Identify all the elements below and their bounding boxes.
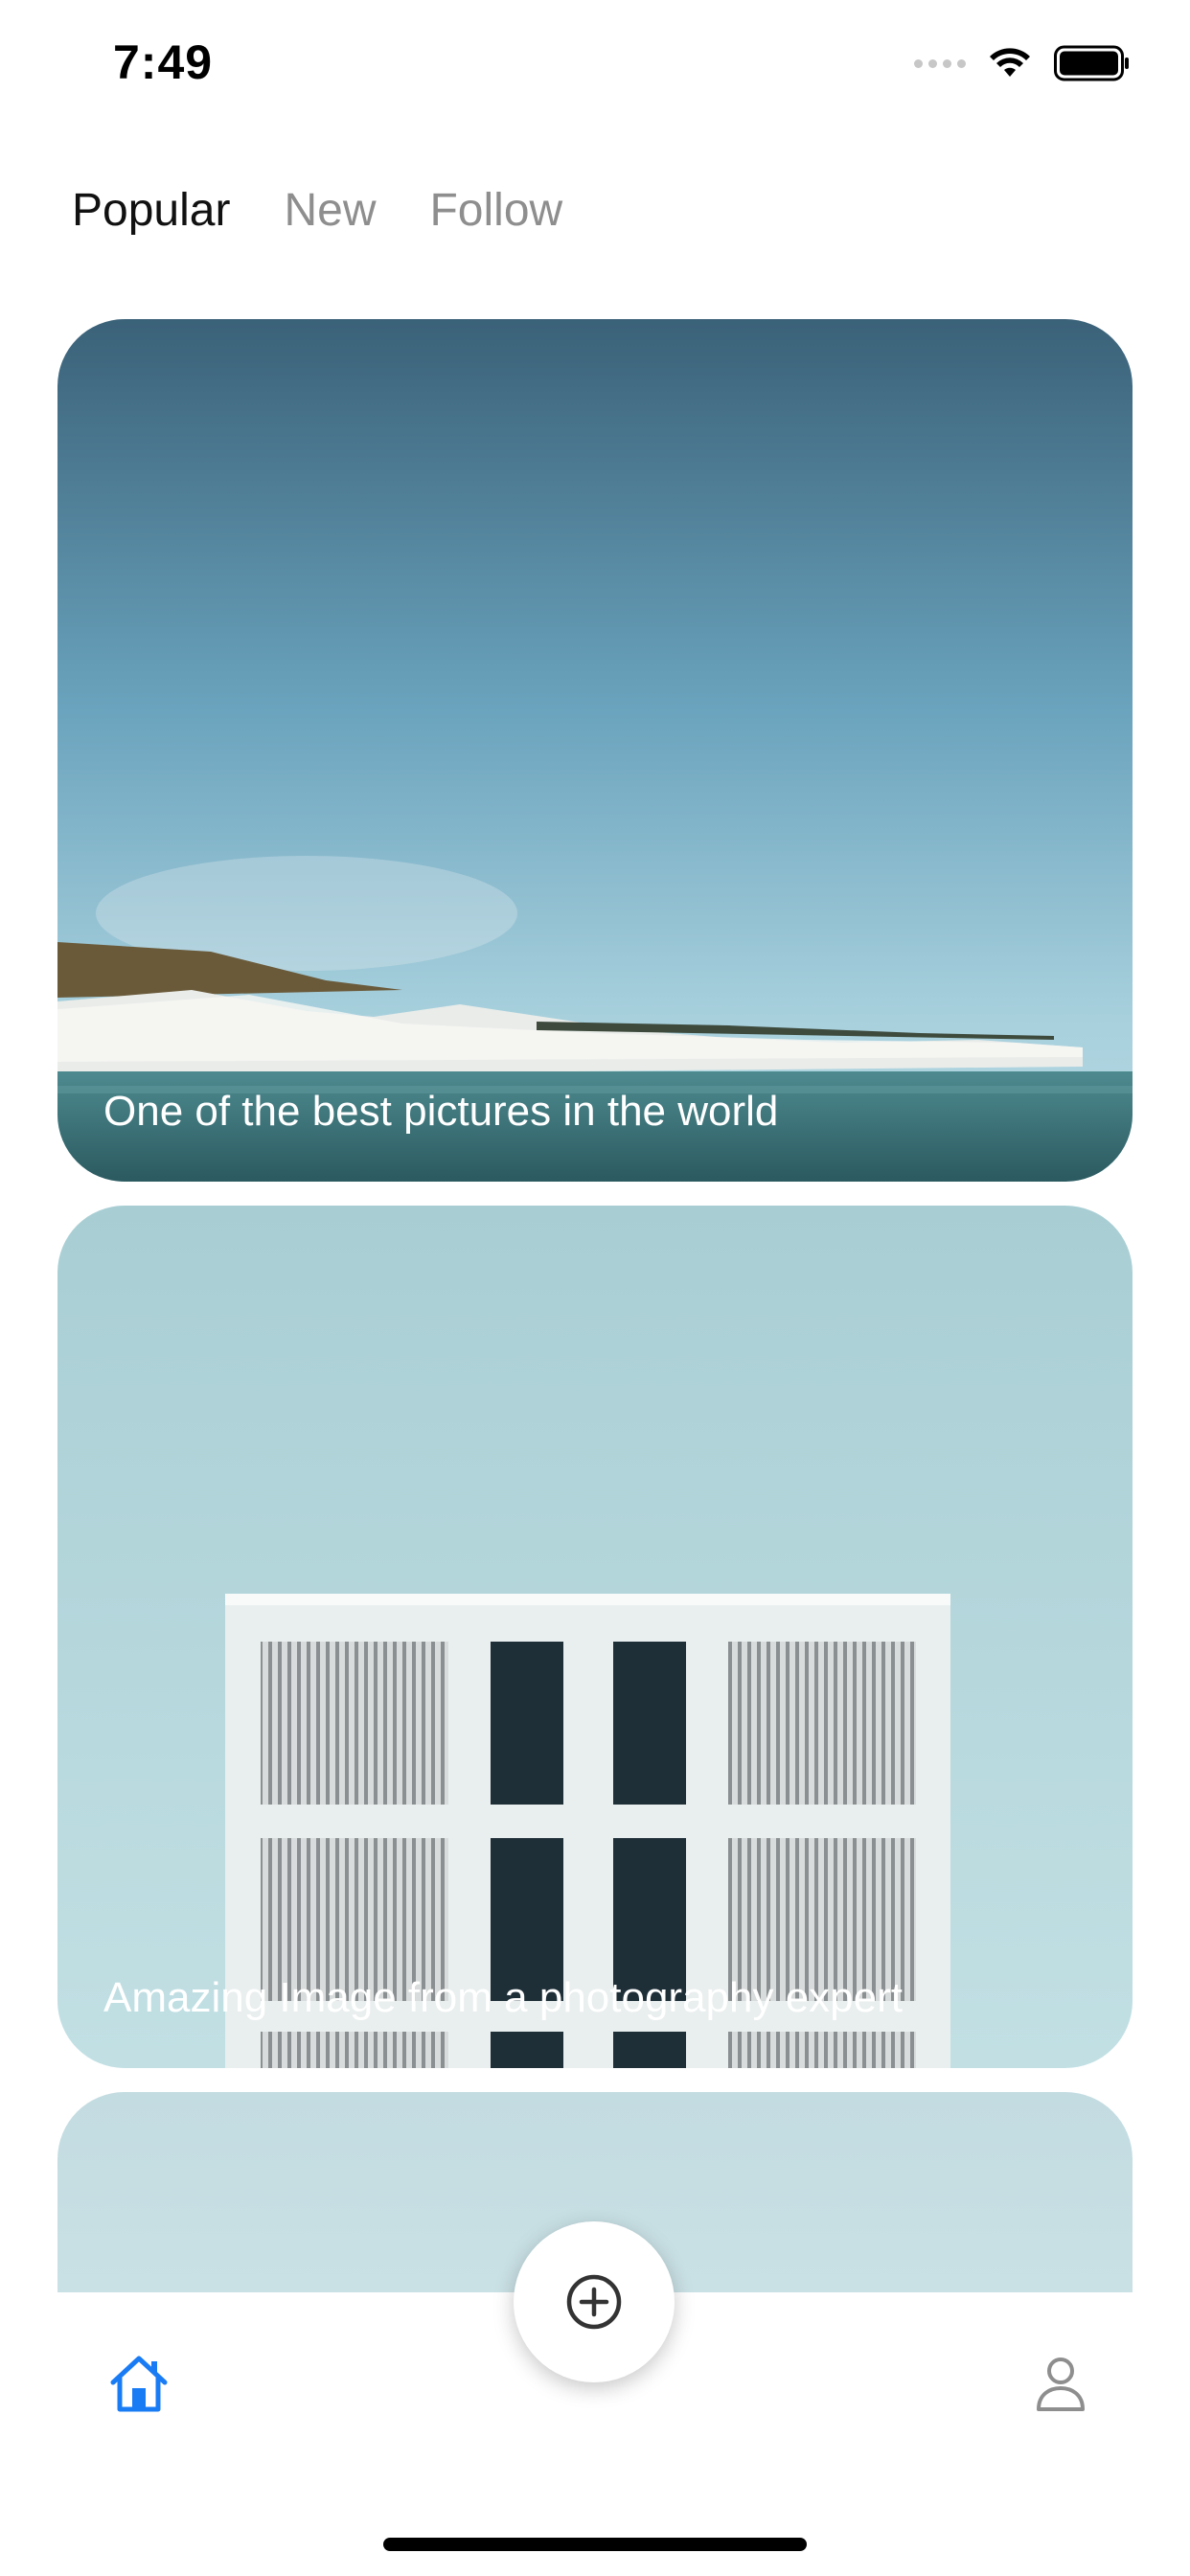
tab-follow[interactable]: Follow: [429, 184, 562, 237]
status-time: 7:49: [113, 35, 214, 89]
home-icon: [110, 2356, 168, 2412]
add-post-button[interactable]: [514, 2221, 675, 2382]
battery-icon: [1054, 45, 1129, 81]
profile-tab-button[interactable]: [1027, 2350, 1094, 2417]
person-icon: [1037, 2358, 1085, 2411]
photo-card[interactable]: Amazing Image from a photography expert: [57, 1206, 1133, 2068]
feed-tabs: Popular New Follow: [72, 184, 562, 237]
card-caption: Amazing Image from a photography expert: [103, 1974, 904, 2021]
plus-circle-icon: [566, 2274, 622, 2330]
photo-card[interactable]: One of the best pictures in the world: [57, 319, 1133, 1182]
building-photo: [57, 1206, 1133, 2068]
wifi-icon: [990, 48, 1030, 77]
status-bar: 7:49: [0, 0, 1190, 126]
home-tab-button[interactable]: [105, 2350, 172, 2417]
card-caption: One of the best pictures in the world: [103, 1088, 779, 1135]
home-indicator[interactable]: [383, 2538, 807, 2551]
tab-new[interactable]: New: [284, 184, 376, 237]
status-icons: [914, 44, 1131, 82]
cellular-signal-icon: [914, 58, 966, 68]
cliffs-photo: [57, 319, 1133, 1182]
photo-feed: One of the best pictures in the world Am…: [57, 319, 1133, 2293]
tab-popular[interactable]: Popular: [72, 184, 230, 237]
